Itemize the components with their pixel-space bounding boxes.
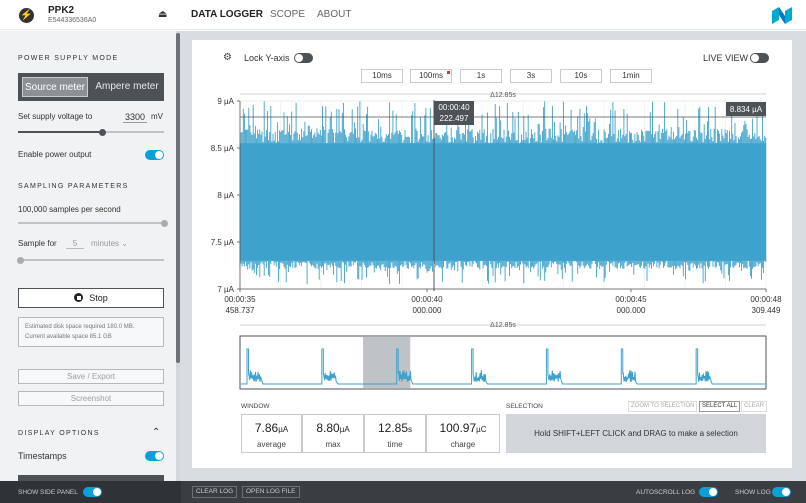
x-tick-time: 00:00:48 <box>750 295 782 304</box>
y-tick-label: 8 µA <box>217 191 234 200</box>
max-value: 8.80 <box>316 421 340 435</box>
average-unit: µA <box>278 425 289 434</box>
y-tick-label: 7 µA <box>217 285 234 294</box>
show-side-panel-label: SHOW SIDE PANEL <box>18 489 78 496</box>
value-label: 8.834 µA <box>730 105 763 114</box>
x-tick-sub: 309.449 <box>752 306 781 315</box>
select-all-button[interactable]: SELECT ALL <box>699 401 741 412</box>
stat-average: 7.86µA average <box>241 414 302 453</box>
clear-selection-button[interactable]: CLEAR <box>741 401 768 412</box>
minimap-window <box>363 337 411 388</box>
x-tick-time: 00:00:40 <box>411 295 443 304</box>
selection-hint: Hold SHIFT+LEFT CLICK and DRAG to make a… <box>506 414 766 453</box>
show-log-toggle[interactable] <box>772 487 791 497</box>
max-unit: µA <box>339 425 350 434</box>
minimap-window-rect <box>363 337 411 388</box>
minimap-delta-label: Δ12.85s <box>490 322 516 329</box>
charge-value: 100.97 <box>439 421 477 435</box>
average-value: 7.86 <box>254 421 279 435</box>
show-side-panel-toggle[interactable] <box>83 487 102 497</box>
y-tick-label: 7.5 µA <box>211 238 235 247</box>
window-title: WINDOW <box>241 403 270 410</box>
stat-time: 12.85s time <box>364 414 426 453</box>
charge-unit: µC <box>476 425 487 434</box>
charge-label: charge <box>450 440 476 449</box>
show-log-label: SHOW LOG <box>735 489 771 496</box>
cursor-time: 00:00:40 <box>438 103 470 112</box>
time-unit: s <box>408 425 413 434</box>
max-label: max <box>325 440 341 449</box>
autoscroll-log-label: AUTOSCROLL LOG <box>636 489 696 496</box>
trace-noise <box>239 101 767 285</box>
x-tick-sub: 000.000 <box>617 306 646 315</box>
stat-charge: 100.97µC charge <box>426 414 500 453</box>
x-tick-sub: 000.000 <box>413 306 442 315</box>
time-value: 12.85 <box>377 421 409 435</box>
selection-title: SELECTION <box>506 403 543 410</box>
x-axis-ticks: 00:00:35 458.737 00:00:40 000.000 00:00:45 00… <box>224 289 782 315</box>
average-label: average <box>257 440 286 449</box>
y-tick-label: 8.5 µA <box>211 144 235 153</box>
autoscroll-log-toggle[interactable] <box>699 487 718 497</box>
clear-log-button[interactable]: CLEAR LOG <box>192 486 238 498</box>
zoom-to-selection-button[interactable]: ZOOM TO SELECTION <box>628 401 698 412</box>
cursor-value: 222.497 <box>440 114 469 123</box>
x-tick-time: 00:00:45 <box>615 295 647 304</box>
chart-delta-label: Δ12.85s <box>490 92 516 99</box>
current-trace <box>239 101 767 285</box>
x-tick-time: 00:00:35 <box>224 295 256 304</box>
footer-bar: SHOW SIDE PANEL CLEAR LOG OPEN LOG FILE … <box>0 481 806 503</box>
time-label: time <box>387 440 403 449</box>
x-tick-sub: 458.737 <box>226 306 255 315</box>
minimap-frame <box>239 335 767 390</box>
open-log-file-button[interactable]: OPEN LOG FILE <box>242 486 300 498</box>
y-tick-label: 9 µA <box>217 97 234 106</box>
stat-max: 8.80µA max <box>302 414 364 453</box>
